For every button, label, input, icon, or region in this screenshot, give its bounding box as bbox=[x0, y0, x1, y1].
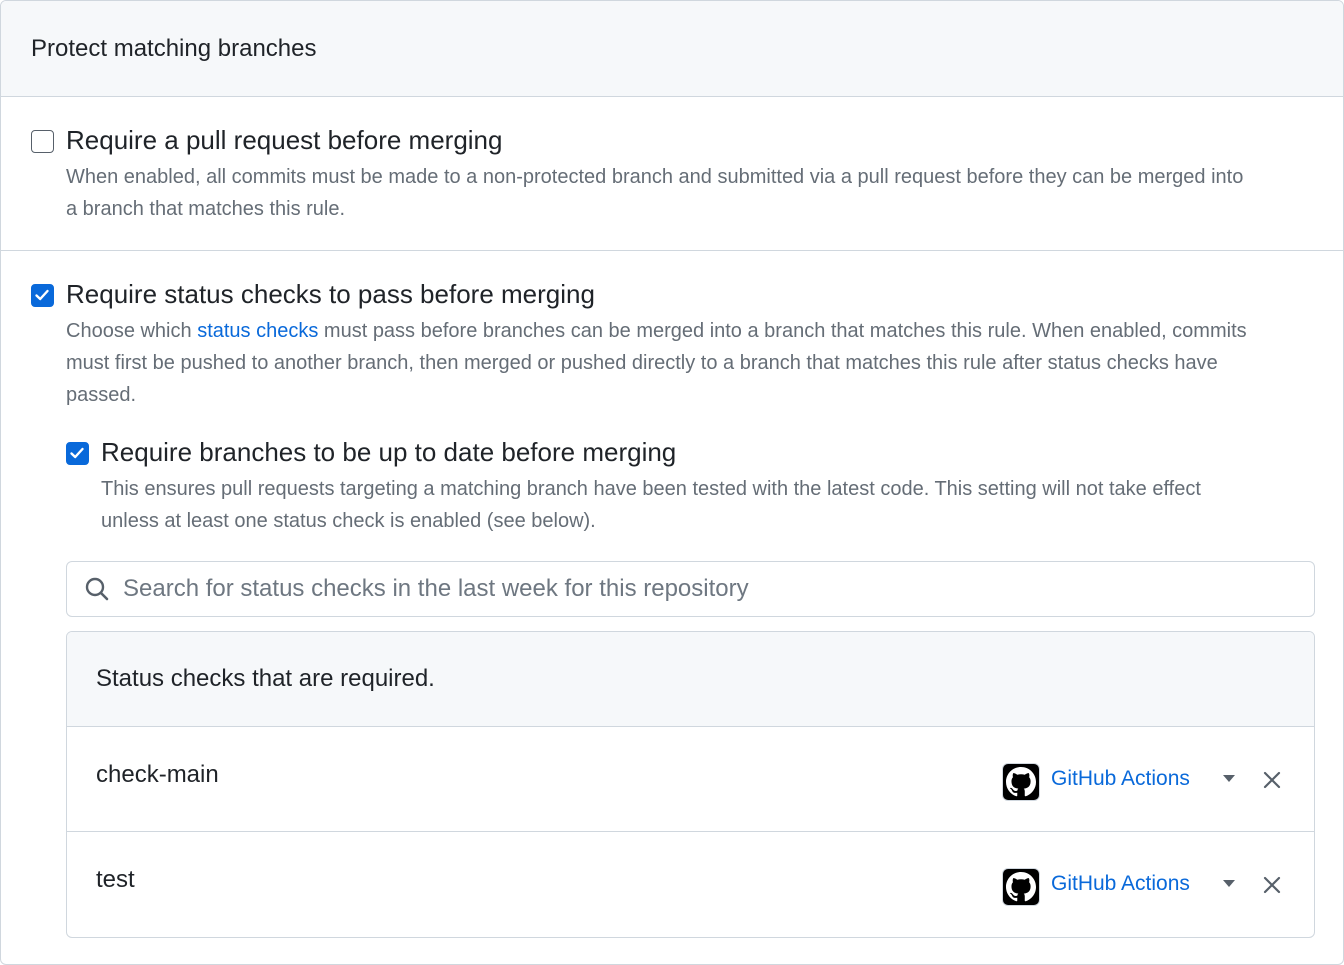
require-pr-desc-line2: a branch that matches this rule. bbox=[66, 198, 346, 220]
desc-prefix: Choose which bbox=[66, 320, 198, 342]
github-logo-icon bbox=[1002, 868, 1040, 906]
require-uptodate-description: This ensures pull requests targeting a m… bbox=[101, 473, 1321, 537]
app-link[interactable]: GitHub Actions bbox=[1051, 872, 1190, 896]
check-name: check-main bbox=[96, 761, 219, 788]
branch-protection-panel: Protect matching branches Require a pull… bbox=[0, 0, 1344, 965]
list-item: check-main GitHub Actions bbox=[67, 727, 1314, 831]
status-check-search[interactable] bbox=[66, 561, 1315, 617]
require-pr-checkbox[interactable] bbox=[31, 130, 54, 153]
check-name: test bbox=[96, 866, 135, 893]
require-uptodate-checkbox[interactable] bbox=[66, 442, 89, 465]
panel-title: Protect matching branches bbox=[31, 34, 317, 62]
require-status-desc-line1: Choose which status checks must pass bef… bbox=[66, 315, 1326, 347]
require-status-desc-line3: passed. bbox=[66, 384, 137, 406]
desc-suffix: must pass before branches can be merged … bbox=[318, 320, 1247, 342]
require-pr-section: Require a pull request before merging Wh… bbox=[1, 97, 1343, 251]
require-pr-desc-line1: When enabled, all commits must be made t… bbox=[66, 166, 1244, 188]
chevron-down-icon[interactable] bbox=[1223, 880, 1235, 887]
checkmark-icon bbox=[70, 447, 84, 459]
require-uptodate-desc-line1: This ensures pull requests targeting a m… bbox=[101, 478, 1201, 500]
close-icon[interactable] bbox=[1261, 874, 1283, 896]
checkmark-icon bbox=[35, 289, 49, 301]
require-uptodate-desc-line2: unless at least one status check is enab… bbox=[101, 510, 596, 532]
search-input[interactable] bbox=[123, 575, 1273, 603]
require-status-desc-line2: must first be pushed to another branch, … bbox=[66, 352, 1218, 374]
github-logo-icon bbox=[1002, 763, 1040, 801]
search-icon bbox=[84, 576, 110, 602]
panel-header: Protect matching branches bbox=[1, 1, 1343, 97]
list-item: test GitHub Actions bbox=[67, 831, 1314, 935]
app-link[interactable]: GitHub Actions bbox=[1051, 767, 1190, 791]
require-status-title[interactable]: Require status checks to pass before mer… bbox=[66, 279, 595, 310]
required-checks-header: Status checks that are required. bbox=[67, 632, 1314, 727]
require-uptodate-title[interactable]: Require branches to be up to date before… bbox=[101, 437, 676, 468]
chevron-down-icon[interactable] bbox=[1223, 775, 1235, 782]
require-pr-title[interactable]: Require a pull request before merging bbox=[66, 125, 502, 156]
required-checks-header-text: Status checks that are required. bbox=[96, 665, 435, 692]
require-status-description: Choose which status checks must pass bef… bbox=[66, 315, 1326, 411]
require-status-checkbox[interactable] bbox=[31, 284, 54, 307]
close-icon[interactable] bbox=[1261, 769, 1283, 791]
status-checks-link[interactable]: status checks bbox=[197, 320, 318, 342]
require-pr-description: When enabled, all commits must be made t… bbox=[66, 161, 1326, 225]
required-checks-list: Status checks that are required. check-m… bbox=[66, 631, 1315, 938]
